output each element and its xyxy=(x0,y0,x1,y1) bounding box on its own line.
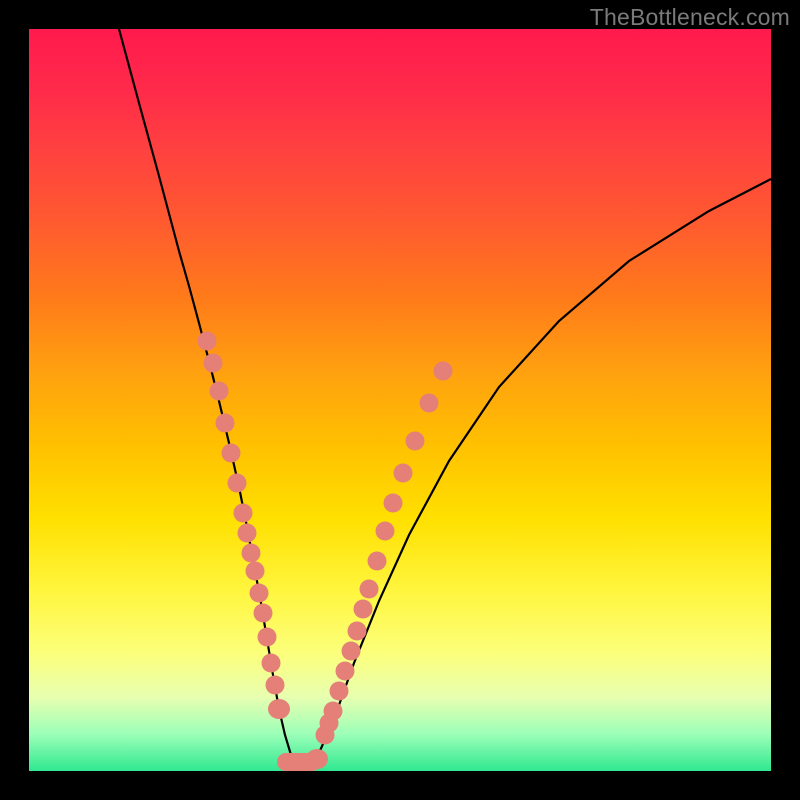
marker-dot xyxy=(238,524,257,543)
marker-dot xyxy=(384,494,403,513)
watermark-text: TheBottleneck.com xyxy=(590,4,790,31)
marker-dot xyxy=(222,444,241,463)
marker-dot xyxy=(258,628,277,647)
marker-dot xyxy=(210,382,229,401)
marker-dot xyxy=(376,522,395,541)
plot-area xyxy=(29,29,771,771)
marker-dot xyxy=(406,432,425,451)
marker-dot xyxy=(234,504,253,523)
marker-dot xyxy=(254,604,273,623)
marker-dot xyxy=(336,662,355,681)
marker-dot xyxy=(330,682,349,701)
marker-dot xyxy=(348,622,367,641)
marker-dot xyxy=(262,654,281,673)
marker-cap xyxy=(268,699,290,719)
marker-dot xyxy=(198,332,217,351)
marker-dot xyxy=(368,552,387,571)
marker-dot xyxy=(228,474,247,493)
marker-dot xyxy=(266,676,285,695)
marker-dot xyxy=(354,600,373,619)
marker-dot xyxy=(360,580,379,599)
marker-dot xyxy=(204,354,223,373)
chart-svg xyxy=(29,29,771,771)
marker-dot xyxy=(342,642,361,661)
marker-dot xyxy=(216,414,235,433)
marker-dot xyxy=(246,562,265,581)
marker-dot xyxy=(394,464,413,483)
markers-left-cluster xyxy=(198,332,285,695)
marker-dot xyxy=(242,544,261,563)
markers-right-cluster xyxy=(316,362,453,745)
marker-cap xyxy=(306,749,328,769)
marker-dot xyxy=(434,362,453,381)
marker-dot xyxy=(250,584,269,603)
chart-stage: TheBottleneck.com xyxy=(0,0,800,800)
marker-dot xyxy=(420,394,439,413)
marker-dot xyxy=(324,702,343,721)
